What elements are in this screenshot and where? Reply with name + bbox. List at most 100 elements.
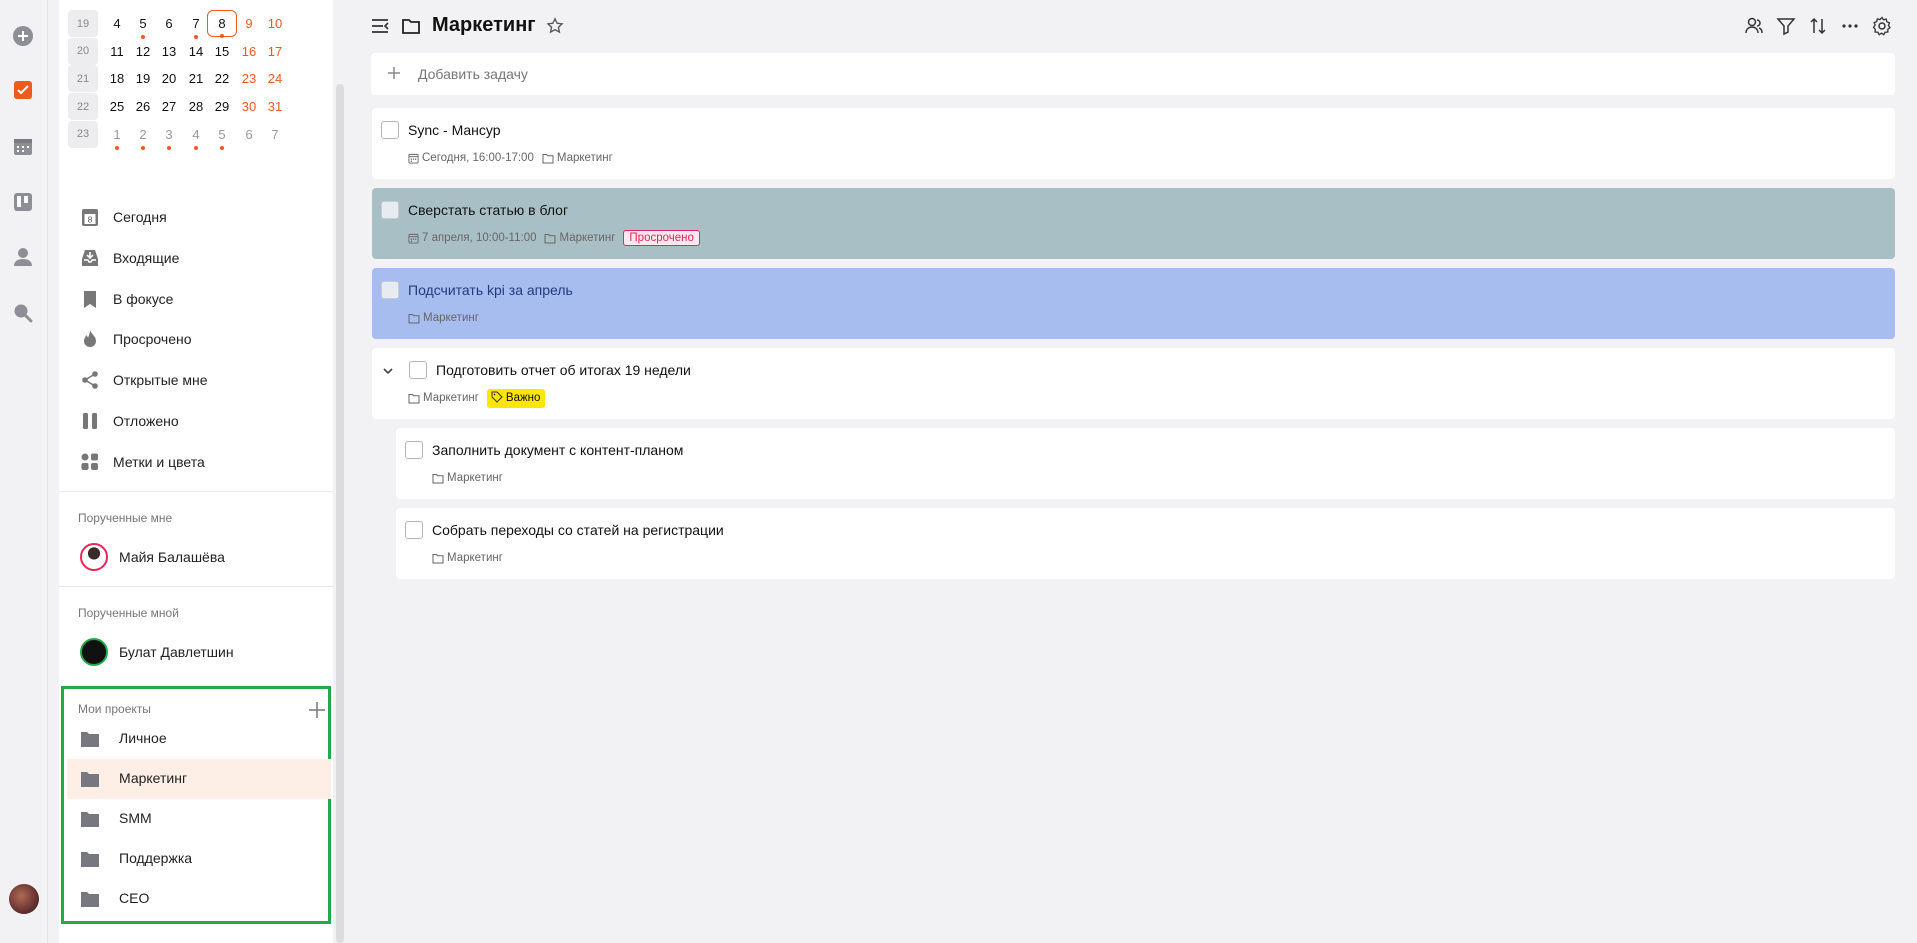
task-project[interactable]: Маркетинг bbox=[542, 152, 613, 164]
day-number: 6 bbox=[245, 126, 253, 142]
task-checkbox[interactable] bbox=[381, 201, 399, 219]
task-title: Подготовить отчет об итогах 19 недели bbox=[436, 362, 691, 378]
plus-icon bbox=[309, 702, 325, 718]
person-name: Майя Балашёва bbox=[119, 549, 225, 565]
task-checkbox[interactable] bbox=[405, 521, 423, 539]
assigned-to-me-person[interactable]: Майя Балашёва bbox=[59, 537, 333, 577]
calendar-day[interactable]: 27 bbox=[154, 93, 184, 120]
star-icon[interactable] bbox=[546, 17, 564, 35]
bookmark-icon bbox=[80, 289, 100, 309]
nav-item[interactable]: 8 Сегодня bbox=[59, 197, 333, 237]
calendar-day[interactable]: 15 bbox=[207, 38, 237, 65]
tag-badge[interactable]: Важно bbox=[486, 388, 546, 408]
search-icon[interactable] bbox=[11, 301, 35, 325]
plus-icon bbox=[385, 64, 403, 82]
add-project-button[interactable] bbox=[308, 701, 326, 719]
task-row[interactable]: Сверстать статью в блог 7 апреля, 10:00-1… bbox=[372, 188, 1895, 259]
avatar bbox=[80, 638, 108, 666]
kanban-icon[interactable] bbox=[11, 190, 35, 214]
calendar-day[interactable]: 3 bbox=[154, 121, 184, 150]
project-label: SMM bbox=[119, 810, 152, 826]
subtask-row[interactable]: Заполнить документ с контент-планом Марке… bbox=[396, 428, 1895, 499]
chevron-down-icon[interactable] bbox=[381, 364, 395, 378]
day-number: 26 bbox=[135, 99, 151, 115]
nav-item-label: Просрочено bbox=[113, 331, 192, 348]
task-project[interactable]: Маркетинг bbox=[544, 232, 615, 244]
calendar-day[interactable]: 29 bbox=[207, 93, 237, 120]
calendar-week-row: 22 25 26 27 28 29 30 31 bbox=[68, 93, 330, 123]
calendar-day[interactable]: 13 bbox=[154, 38, 184, 65]
task-project[interactable]: Маркетинг bbox=[408, 392, 479, 404]
folder-icon bbox=[80, 890, 100, 908]
tasks-icon[interactable] bbox=[11, 78, 35, 102]
task-checkbox[interactable] bbox=[405, 441, 423, 459]
calendar-day-today[interactable]: 8 bbox=[207, 10, 237, 38]
sidebar: 19 4 5 6 7 8 9 10 20 11 12 13 14 15 16 17 21 18 19 20 21 22 23… bbox=[59, 0, 333, 943]
subtask-row[interactable]: Собрать переходы со статей на регистраци… bbox=[396, 508, 1895, 579]
project-item[interactable]: Поддержка bbox=[67, 839, 331, 879]
day-number: 28 bbox=[188, 99, 204, 115]
assigned-by-me-title: Порученные мной bbox=[78, 606, 179, 620]
calendar-day[interactable]: 24 bbox=[260, 65, 290, 92]
add-circle-icon[interactable] bbox=[11, 24, 35, 48]
main-area: Маркетинг Добавить задачу Sync - Мансур С… bbox=[370, 0, 1917, 943]
calendar-day[interactable]: 20 bbox=[154, 65, 184, 92]
nav-item[interactable]: Открытые мне bbox=[59, 360, 333, 400]
task-project[interactable]: Маркетинг bbox=[432, 552, 503, 564]
task-row[interactable]: Подготовить отчет об итогах 19 недели Мар… bbox=[372, 348, 1895, 419]
day-number: 10 bbox=[267, 16, 283, 31]
nav-item[interactable]: В фокусе bbox=[59, 279, 333, 319]
project-label: Личное bbox=[119, 730, 167, 746]
task-checkbox[interactable] bbox=[409, 361, 427, 379]
event-dot bbox=[167, 145, 171, 150]
task-title: Заполнить документ с контент-планом bbox=[432, 442, 684, 458]
task-checkbox[interactable] bbox=[381, 281, 399, 299]
task-row[interactable]: Sync - Мансур Сегодня, 16:00-17:00 Маркети… bbox=[372, 108, 1895, 179]
add-task-input[interactable]: Добавить задачу bbox=[371, 53, 1895, 95]
project-item[interactable]: SMM bbox=[67, 799, 331, 839]
project-item[interactable]: Личное bbox=[67, 719, 331, 759]
task-meta: Сегодня, 16:00-17:00 Маркетинг bbox=[408, 150, 621, 166]
day-number: 16 bbox=[241, 43, 257, 59]
task-row[interactable]: Подсчитать kpi за апрель Маркетинг bbox=[372, 268, 1895, 339]
sort-icon[interactable] bbox=[1808, 16, 1828, 36]
users-icon[interactable] bbox=[1744, 16, 1764, 36]
nav-item[interactable]: Метки и цвета bbox=[59, 442, 333, 482]
tag-label: Важно bbox=[505, 392, 541, 404]
user-avatar[interactable] bbox=[9, 884, 39, 914]
nav-item[interactable]: Входящие bbox=[59, 238, 333, 278]
task-meta: Маркетинг bbox=[408, 310, 487, 326]
settings-icon[interactable] bbox=[1872, 16, 1892, 36]
calendar-day[interactable]: 5 bbox=[207, 121, 237, 150]
calendar-icon[interactable] bbox=[11, 134, 35, 158]
day-number: 8 bbox=[218, 16, 226, 31]
event-dot bbox=[141, 145, 145, 150]
task-checkbox[interactable] bbox=[381, 121, 399, 139]
task-title: Sync - Мансур bbox=[408, 122, 501, 138]
calendar-day[interactable]: 6 bbox=[154, 10, 184, 37]
user-icon[interactable] bbox=[11, 245, 35, 269]
project-item[interactable]: Маркетинг bbox=[67, 759, 331, 799]
more-icon[interactable] bbox=[1840, 16, 1860, 36]
assigned-by-me-person[interactable]: Булат Давлетшин bbox=[59, 632, 333, 672]
task-project[interactable]: Маркетинг bbox=[408, 312, 479, 324]
task-project[interactable]: Маркетинг bbox=[432, 472, 503, 484]
week-number: 21 bbox=[68, 65, 98, 93]
calendar-day[interactable]: 22 bbox=[207, 65, 237, 92]
project-item[interactable]: CEO bbox=[67, 879, 331, 919]
filter-icon[interactable] bbox=[1776, 16, 1796, 36]
task-date: Сегодня, 16:00-17:00 bbox=[408, 152, 534, 164]
nav-item[interactable]: Отложено bbox=[59, 401, 333, 441]
day-number: 25 bbox=[109, 99, 125, 115]
sidebar-scrollbar[interactable] bbox=[336, 84, 344, 943]
nav-item[interactable]: Просрочено bbox=[59, 319, 333, 359]
calendar-day[interactable]: 7 bbox=[260, 121, 290, 148]
day-number: 7 bbox=[192, 16, 200, 31]
status-badge: Просрочено bbox=[623, 230, 700, 246]
sidebar-toggle-icon[interactable] bbox=[370, 16, 390, 36]
nav-item-label: Метки и цвета bbox=[113, 453, 205, 470]
day-number: 30 bbox=[241, 99, 257, 115]
calendar-day[interactable]: 31 bbox=[260, 93, 290, 120]
calendar-day[interactable]: 17 bbox=[260, 38, 290, 65]
calendar-day[interactable]: 10 bbox=[260, 10, 290, 37]
